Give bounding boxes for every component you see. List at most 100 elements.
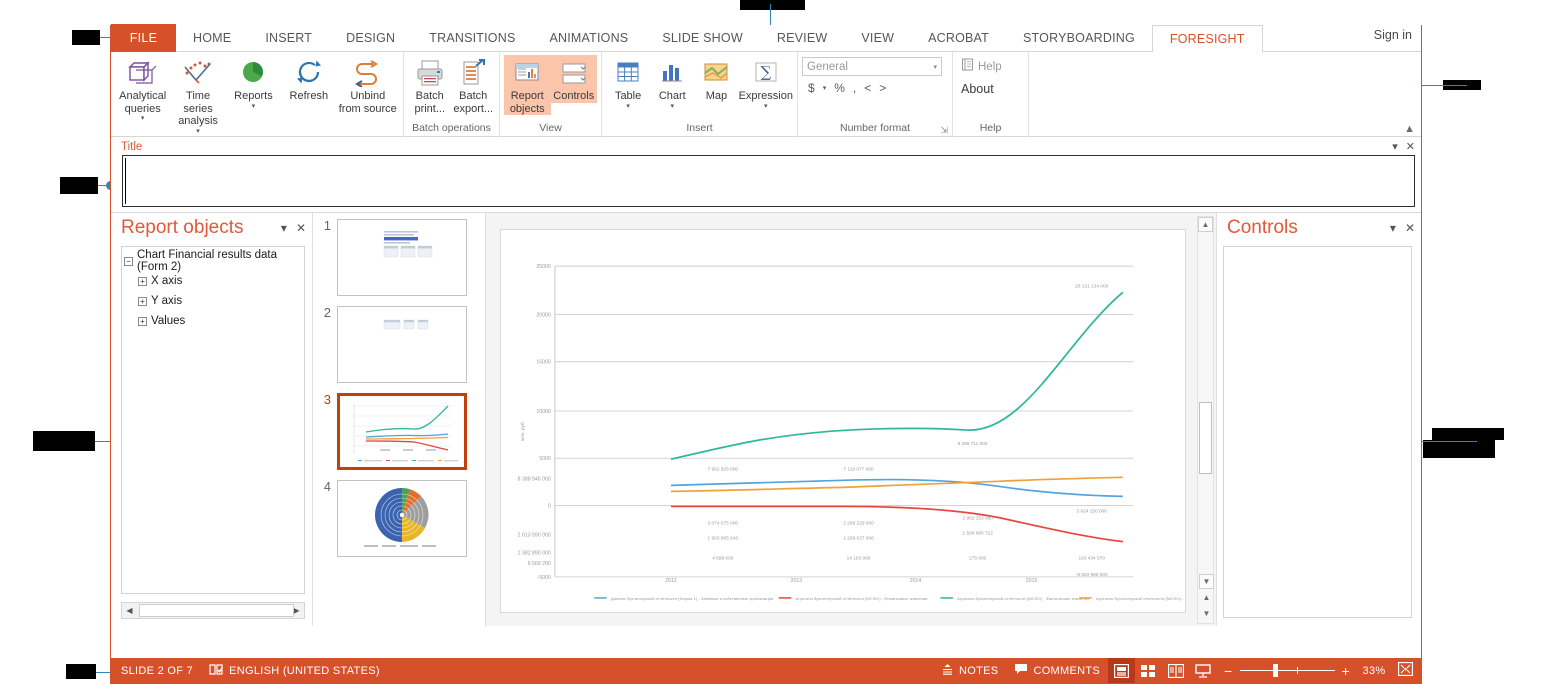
title-input[interactable] [122, 155, 1415, 207]
thumbnail-row-4[interactable]: 4 [313, 480, 485, 557]
batch-print-button[interactable]: Batch print... [408, 55, 452, 115]
close-icon[interactable]: ✕ [1405, 221, 1415, 235]
chevron-down-icon: ▾ [626, 103, 630, 110]
tab-foresight[interactable]: FORESIGHT [1152, 25, 1263, 53]
notes-button[interactable]: NOTES [933, 663, 1006, 679]
zoom-percentage[interactable]: 33% [1357, 665, 1391, 677]
slide-thumbnail-panel[interactable]: 1 [313, 213, 486, 626]
plus-expander-icon[interactable]: + [138, 297, 147, 306]
minus-expander-icon[interactable]: − [124, 257, 133, 266]
language-indicator[interactable]: ENGLISH (UNITED STATES) [209, 663, 380, 679]
batch-export-label: Batch export... [453, 90, 493, 115]
pie-icon [236, 58, 270, 88]
plus-expander-icon[interactable]: + [138, 317, 147, 326]
slide-show-button[interactable] [1189, 658, 1216, 683]
svg-text:Данные бухгалтерской отчётност: Данные бухгалтерской отчётности (Форма 1… [611, 596, 773, 601]
tab-slide-show[interactable]: SLIDE SHOW [645, 25, 760, 52]
svg-text:-5000: -5000 [538, 575, 551, 581]
scroll-left-icon[interactable]: ◀ [122, 603, 137, 618]
insert-table-button[interactable]: Table ▾ [606, 55, 650, 110]
tree-node-chart-root[interactable]: − Chart Financial results data (Form 2) [124, 251, 304, 271]
tab-home[interactable]: HOME [176, 25, 248, 52]
insert-chart-button[interactable]: Chart ▾ [650, 55, 694, 110]
insert-map-button[interactable]: Map [694, 55, 738, 103]
financial-results-line-chart[interactable]: 25000 20000 15000 10000 5000 0 -5000 8 3… [501, 230, 1185, 612]
fit-slide-icon[interactable] [1398, 662, 1413, 679]
hscroll-track[interactable] [137, 603, 289, 618]
previous-slide-button[interactable]: ▲ [1199, 590, 1214, 605]
reports-button[interactable]: Reports ▾ [226, 55, 281, 110]
chevron-down-icon[interactable]: ▾ [823, 84, 827, 92]
slide-surface[interactable]: 25000 20000 15000 10000 5000 0 -5000 8 3… [500, 229, 1186, 613]
collapse-ribbon-button[interactable]: ▲ [1404, 123, 1415, 135]
unbind-from-source-button[interactable]: Unbind from source [337, 55, 400, 115]
next-slide-button[interactable]: ▼ [1199, 606, 1214, 621]
chevron-down-icon[interactable]: ▾ [281, 221, 287, 235]
number-format-select[interactable]: General ▾ [802, 57, 942, 76]
tab-file[interactable]: FILE [111, 24, 176, 52]
help-button[interactable]: Help [961, 58, 1002, 76]
zoom-control[interactable]: − + 33% [1216, 662, 1421, 679]
slide-thumbnail-1[interactable] [337, 219, 467, 296]
close-icon[interactable]: ✕ [296, 221, 306, 235]
slide-thumbnail-2[interactable] [337, 306, 467, 383]
sign-in-button[interactable]: Sign in [1374, 28, 1412, 42]
scroll-down-icon[interactable]: ▼ [1199, 574, 1214, 589]
hscroll-thumb[interactable] [139, 604, 294, 617]
slide-sorter-button[interactable] [1135, 658, 1162, 683]
tab-view[interactable]: VIEW [844, 25, 911, 52]
slide-indicator[interactable]: SLIDE 2 OF 7 [121, 665, 193, 677]
zoom-in-button[interactable]: + [1342, 663, 1350, 679]
scroll-up-icon[interactable]: ▲ [1198, 217, 1213, 232]
close-icon[interactable]: ✕ [1406, 140, 1415, 153]
decrease-decimal-button[interactable]: < [864, 81, 871, 95]
controls-content[interactable] [1223, 246, 1412, 618]
increase-decimal-button[interactable]: > [879, 81, 886, 95]
tab-transitions[interactable]: TRANSITIONS [412, 25, 532, 52]
vscroll-thumb[interactable] [1199, 402, 1212, 474]
chevron-down-icon: ▾ [141, 115, 145, 122]
svg-text:1 903 985 243: 1 903 985 243 [708, 536, 739, 541]
number-format-dialog-launcher[interactable]: ⇲ [940, 125, 948, 136]
about-button[interactable]: About [961, 82, 994, 96]
insert-table-label: Table [615, 90, 641, 103]
tree-node-values[interactable]: + Values [124, 311, 304, 331]
report-objects-tree[interactable]: − Chart Financial results data (Form 2) … [121, 246, 305, 594]
ribbon-group-help-label: Help [953, 122, 1028, 137]
report-objects-hscrollbar[interactable]: ◀ ▶ [121, 602, 305, 619]
number-format-buttons: $ ▾ % , < > [802, 81, 886, 95]
zoom-slider-thumb[interactable] [1273, 664, 1278, 677]
time-series-analysis-button[interactable]: Time series analysis ▾ [170, 55, 225, 135]
insert-expression-button[interactable]: ∑ Expression ▾ [739, 55, 793, 110]
thousands-format-button[interactable]: , [853, 81, 856, 95]
plus-expander-icon[interactable]: + [138, 277, 147, 286]
thumbnail-row-3[interactable]: 3 [313, 393, 485, 470]
normal-view-button[interactable] [1108, 658, 1135, 683]
tree-node-y-axis[interactable]: + Y axis [124, 291, 304, 311]
currency-format-button[interactable]: $ [808, 81, 815, 95]
canvas-vscrollbar[interactable]: ▲ ▼ ▲ ▼ [1197, 216, 1214, 624]
controls-toggle[interactable]: Controls [551, 55, 598, 103]
batch-export-button[interactable]: Batch export... [452, 55, 496, 115]
comments-button[interactable]: COMMENTS [1006, 663, 1108, 678]
tree-node-x-axis[interactable]: + X axis [124, 271, 304, 291]
zoom-out-button[interactable]: − [1224, 663, 1232, 679]
tab-acrobat[interactable]: ACROBAT [911, 25, 1006, 52]
zoom-slider[interactable] [1240, 670, 1335, 671]
chevron-down-icon[interactable]: ▾ [1392, 140, 1398, 153]
analytical-queries-button[interactable]: Analytical queries ▾ [115, 55, 170, 122]
thumbnail-row-1[interactable]: 1 [313, 219, 485, 296]
thumbnail-row-2[interactable]: 2 [313, 306, 485, 383]
tab-design[interactable]: DESIGN [329, 25, 412, 52]
reading-view-button[interactable] [1162, 658, 1189, 683]
chevron-down-icon[interactable]: ▾ [1390, 221, 1396, 235]
refresh-button[interactable]: Refresh [281, 55, 336, 103]
slide-thumbnail-3[interactable] [337, 393, 467, 470]
percent-format-button[interactable]: % [834, 81, 845, 95]
slide-thumbnail-4[interactable] [337, 480, 467, 557]
report-objects-toggle[interactable]: Report objects [504, 55, 551, 115]
tab-review[interactable]: REVIEW [760, 25, 845, 52]
tab-animations[interactable]: ANIMATIONS [532, 25, 645, 52]
tab-insert[interactable]: INSERT [248, 25, 329, 52]
tab-storyboarding[interactable]: STORYBOARDING [1006, 25, 1152, 52]
